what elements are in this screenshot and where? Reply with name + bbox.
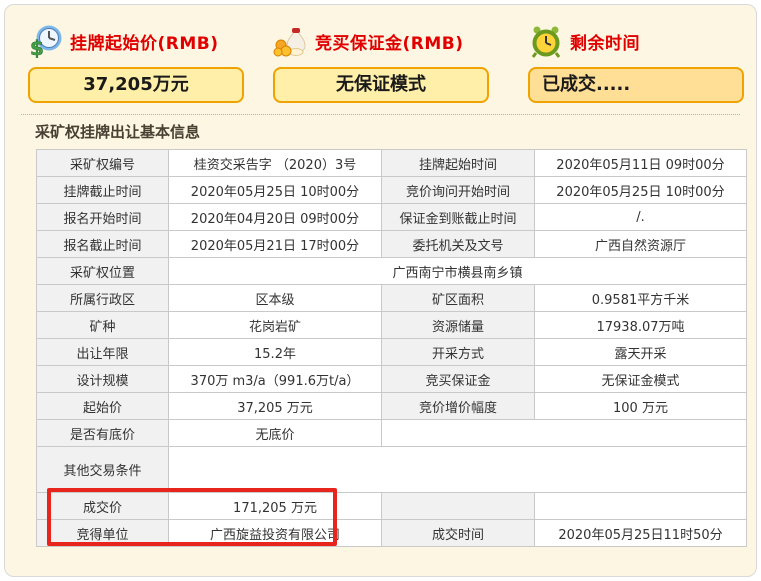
field-value: 露天开采 — [535, 339, 747, 366]
field-value — [169, 447, 747, 493]
deposit-label: 竞买保证金(RMB) — [315, 29, 464, 54]
table-row: 所属行政区 区本级 矿区面积 0.9581平方千米 — [37, 285, 747, 312]
field-label: 竞价增价幅度 — [382, 393, 535, 420]
field-label: 资源储量 — [382, 312, 535, 339]
table-row: 出让年限 15.2年 开采方式 露天开采 — [37, 339, 747, 366]
field-value: /. — [535, 204, 747, 231]
field-value: 广西南宁市横县南乡镇 — [169, 258, 747, 285]
field-value: 100 万元 — [535, 393, 747, 420]
field-value: 2020年05月25日 10时00分 — [169, 177, 382, 204]
basic-info-table: 采矿权编号 桂资交采告字 （2020）3号 挂牌起始时间 2020年05月11日… — [36, 149, 747, 547]
starting-price-block: $ 挂牌起始价(RMB) 37,205万元 — [28, 21, 244, 103]
field-value: 171,205 万元 — [169, 493, 382, 520]
remaining-time-label-row: 剩余时间 — [528, 21, 744, 61]
field-label: 其他交易条件 — [37, 447, 169, 493]
field-label: 出让年限 — [37, 339, 169, 366]
table-row: 设计规模 370万 m3/a（991.6万t/a） 竞买保证金 无保证金模式 — [37, 366, 747, 393]
table-row: 成交价 171,205 万元 — [37, 493, 747, 520]
field-value: 15.2年 — [169, 339, 382, 366]
auction-detail-page: $ 挂牌起始价(RMB) 37,205万元 竞买保证金(RMB) 无保证模式 — [0, 0, 761, 581]
deposit-label-row: 竞买保证金(RMB) — [273, 21, 489, 61]
field-label: 保证金到账截止时间 — [382, 204, 535, 231]
table-row: 报名开始时间 2020年04月20日 09时00分 保证金到账截止时间 /. — [37, 204, 747, 231]
table-row: 采矿权位置 广西南宁市横县南乡镇 — [37, 258, 747, 285]
field-label: 委托机关及文号 — [382, 231, 535, 258]
table-row: 是否有底价 无底价 — [37, 420, 747, 447]
field-label: 竞价询问开始时间 — [382, 177, 535, 204]
field-value — [382, 420, 747, 447]
field-label: 采矿权编号 — [37, 150, 169, 177]
deposit-block: 竞买保证金(RMB) 无保证模式 — [273, 21, 489, 103]
field-value: 无底价 — [169, 420, 382, 447]
field-label: 是否有底价 — [37, 420, 169, 447]
field-value: 2020年05月25日 10时00分 — [535, 177, 747, 204]
svg-text:$: $ — [30, 36, 44, 58]
field-value — [535, 493, 747, 520]
section-title: 采矿权挂牌出让基本信息 — [35, 121, 200, 142]
field-value: 桂资交采告字 （2020）3号 — [169, 150, 382, 177]
field-value: 广西旋益投资有限公司 — [169, 520, 382, 547]
field-value: 2020年05月11日 09时00分 — [535, 150, 747, 177]
field-label: 起始价 — [37, 393, 169, 420]
dotted-separator — [21, 114, 740, 115]
field-label: 报名开始时间 — [37, 204, 169, 231]
money-bags-icon — [273, 24, 309, 58]
starting-price-box: 37,205万元 — [28, 67, 244, 103]
starting-price-label-row: $ 挂牌起始价(RMB) — [28, 21, 244, 61]
field-value: 无保证金模式 — [535, 366, 747, 393]
table-row: 挂牌截止时间 2020年05月25日 10时00分 竞价询问开始时间 2020年… — [37, 177, 747, 204]
starting-price-label: 挂牌起始价(RMB) — [70, 29, 219, 54]
field-label: 成交时间 — [382, 520, 535, 547]
field-value: 2020年05月21日 17时00分 — [169, 231, 382, 258]
field-label: 挂牌截止时间 — [37, 177, 169, 204]
field-label — [382, 493, 535, 520]
table-row: 报名截止时间 2020年05月21日 17时00分 委托机关及文号 广西自然资源… — [37, 231, 747, 258]
field-label: 竞得单位 — [37, 520, 169, 547]
field-label: 报名截止时间 — [37, 231, 169, 258]
remaining-time-box: 已成交..... — [528, 67, 744, 103]
field-value: 广西自然资源厅 — [535, 231, 747, 258]
field-label: 所属行政区 — [37, 285, 169, 312]
table-row: 竞得单位 广西旋益投资有限公司 成交时间 2020年05月25日11时50分 — [37, 520, 747, 547]
table-row: 其他交易条件 — [37, 447, 747, 493]
content-panel: $ 挂牌起始价(RMB) 37,205万元 竞买保证金(RMB) 无保证模式 — [4, 4, 757, 577]
field-label: 矿区面积 — [382, 285, 535, 312]
field-value: 2020年05月25日11时50分 — [535, 520, 747, 547]
field-label: 挂牌起始时间 — [382, 150, 535, 177]
remaining-time-block: 剩余时间 已成交..... — [528, 21, 744, 103]
clock-money-icon: $ — [28, 24, 64, 58]
table-row: 采矿权编号 桂资交采告字 （2020）3号 挂牌起始时间 2020年05月11日… — [37, 150, 747, 177]
field-label: 设计规模 — [37, 366, 169, 393]
alarm-clock-icon — [528, 24, 564, 58]
field-value: 花岗岩矿 — [169, 312, 382, 339]
field-value: 17938.07万吨 — [535, 312, 747, 339]
field-value: 0.9581平方千米 — [535, 285, 747, 312]
field-label: 矿种 — [37, 312, 169, 339]
deposit-box: 无保证模式 — [273, 67, 489, 103]
field-label: 成交价 — [37, 493, 169, 520]
field-value: 370万 m3/a（991.6万t/a） — [169, 366, 382, 393]
field-value: 2020年04月20日 09时00分 — [169, 204, 382, 231]
field-label: 采矿权位置 — [37, 258, 169, 285]
field-value: 37,205 万元 — [169, 393, 382, 420]
field-value: 区本级 — [169, 285, 382, 312]
table-row: 矿种 花岗岩矿 资源储量 17938.07万吨 — [37, 312, 747, 339]
table-row: 起始价 37,205 万元 竞价增价幅度 100 万元 — [37, 393, 747, 420]
field-label: 竞买保证金 — [382, 366, 535, 393]
remaining-time-label: 剩余时间 — [570, 29, 640, 54]
field-label: 开采方式 — [382, 339, 535, 366]
